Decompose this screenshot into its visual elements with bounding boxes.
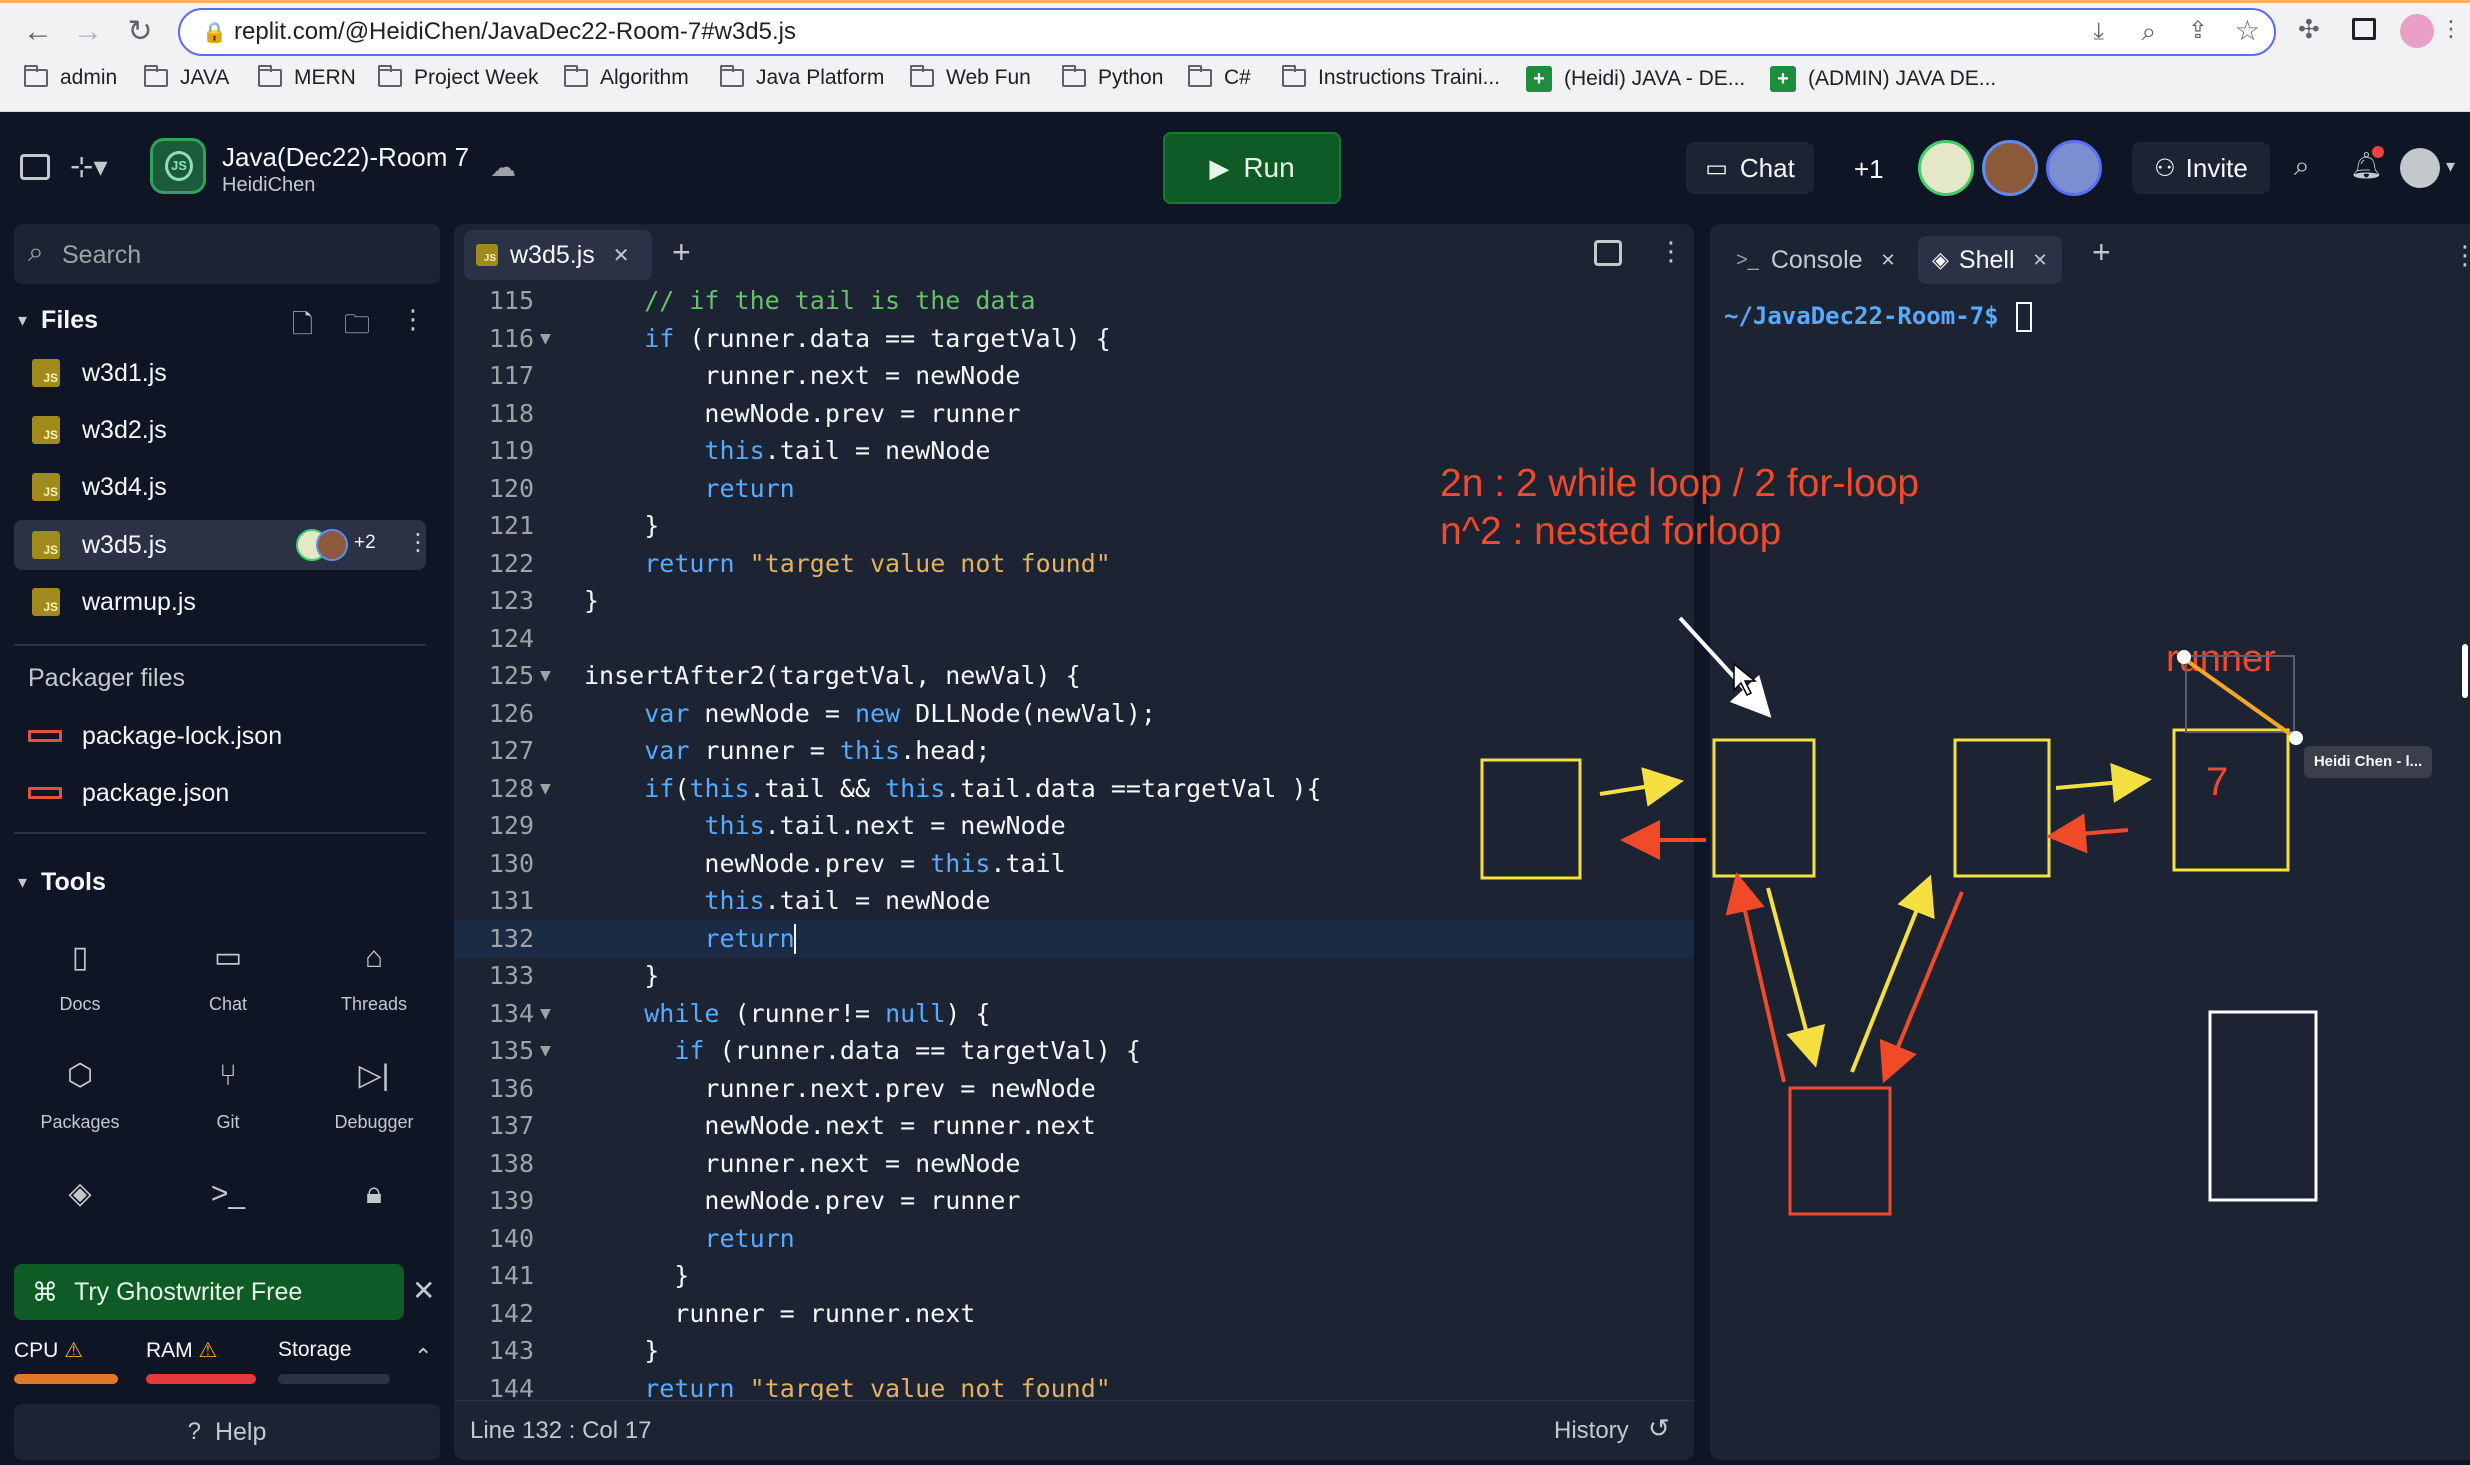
list-node-box [1953,738,2051,878]
list-node-box [1712,738,1816,878]
prev-arrow [2046,813,2129,854]
new-node-box [1788,1086,1892,1216]
runner-selection-box [2185,655,2295,733]
next-arrow [1599,767,1684,807]
collaborator-cursor-tag: Heidi Chen - l... [2304,746,2432,778]
scrollbar-thumb[interactable] [2462,644,2468,698]
runner-arrow [2184,658,2292,736]
next-arrow [2055,762,2152,803]
list-node-box [2172,728,2290,872]
pointer-arrow [1678,616,1772,718]
list-node-box [1480,758,1582,880]
drag-handle[interactable] [2289,731,2303,745]
annotation-drawing [1480,616,2318,1216]
new-node-prev-arrow [1879,891,1964,1084]
drag-handle[interactable] [2177,650,2191,664]
mouse-cursor-icon [1733,662,1758,697]
new-node-next-arrow [1850,874,1935,1073]
replit-window: { "browser": { "url": "replit.com/@Heidi… [0,0,2470,1465]
new-node-prev-arrow [1725,872,1786,1083]
empty-node-box [2208,1010,2318,1202]
